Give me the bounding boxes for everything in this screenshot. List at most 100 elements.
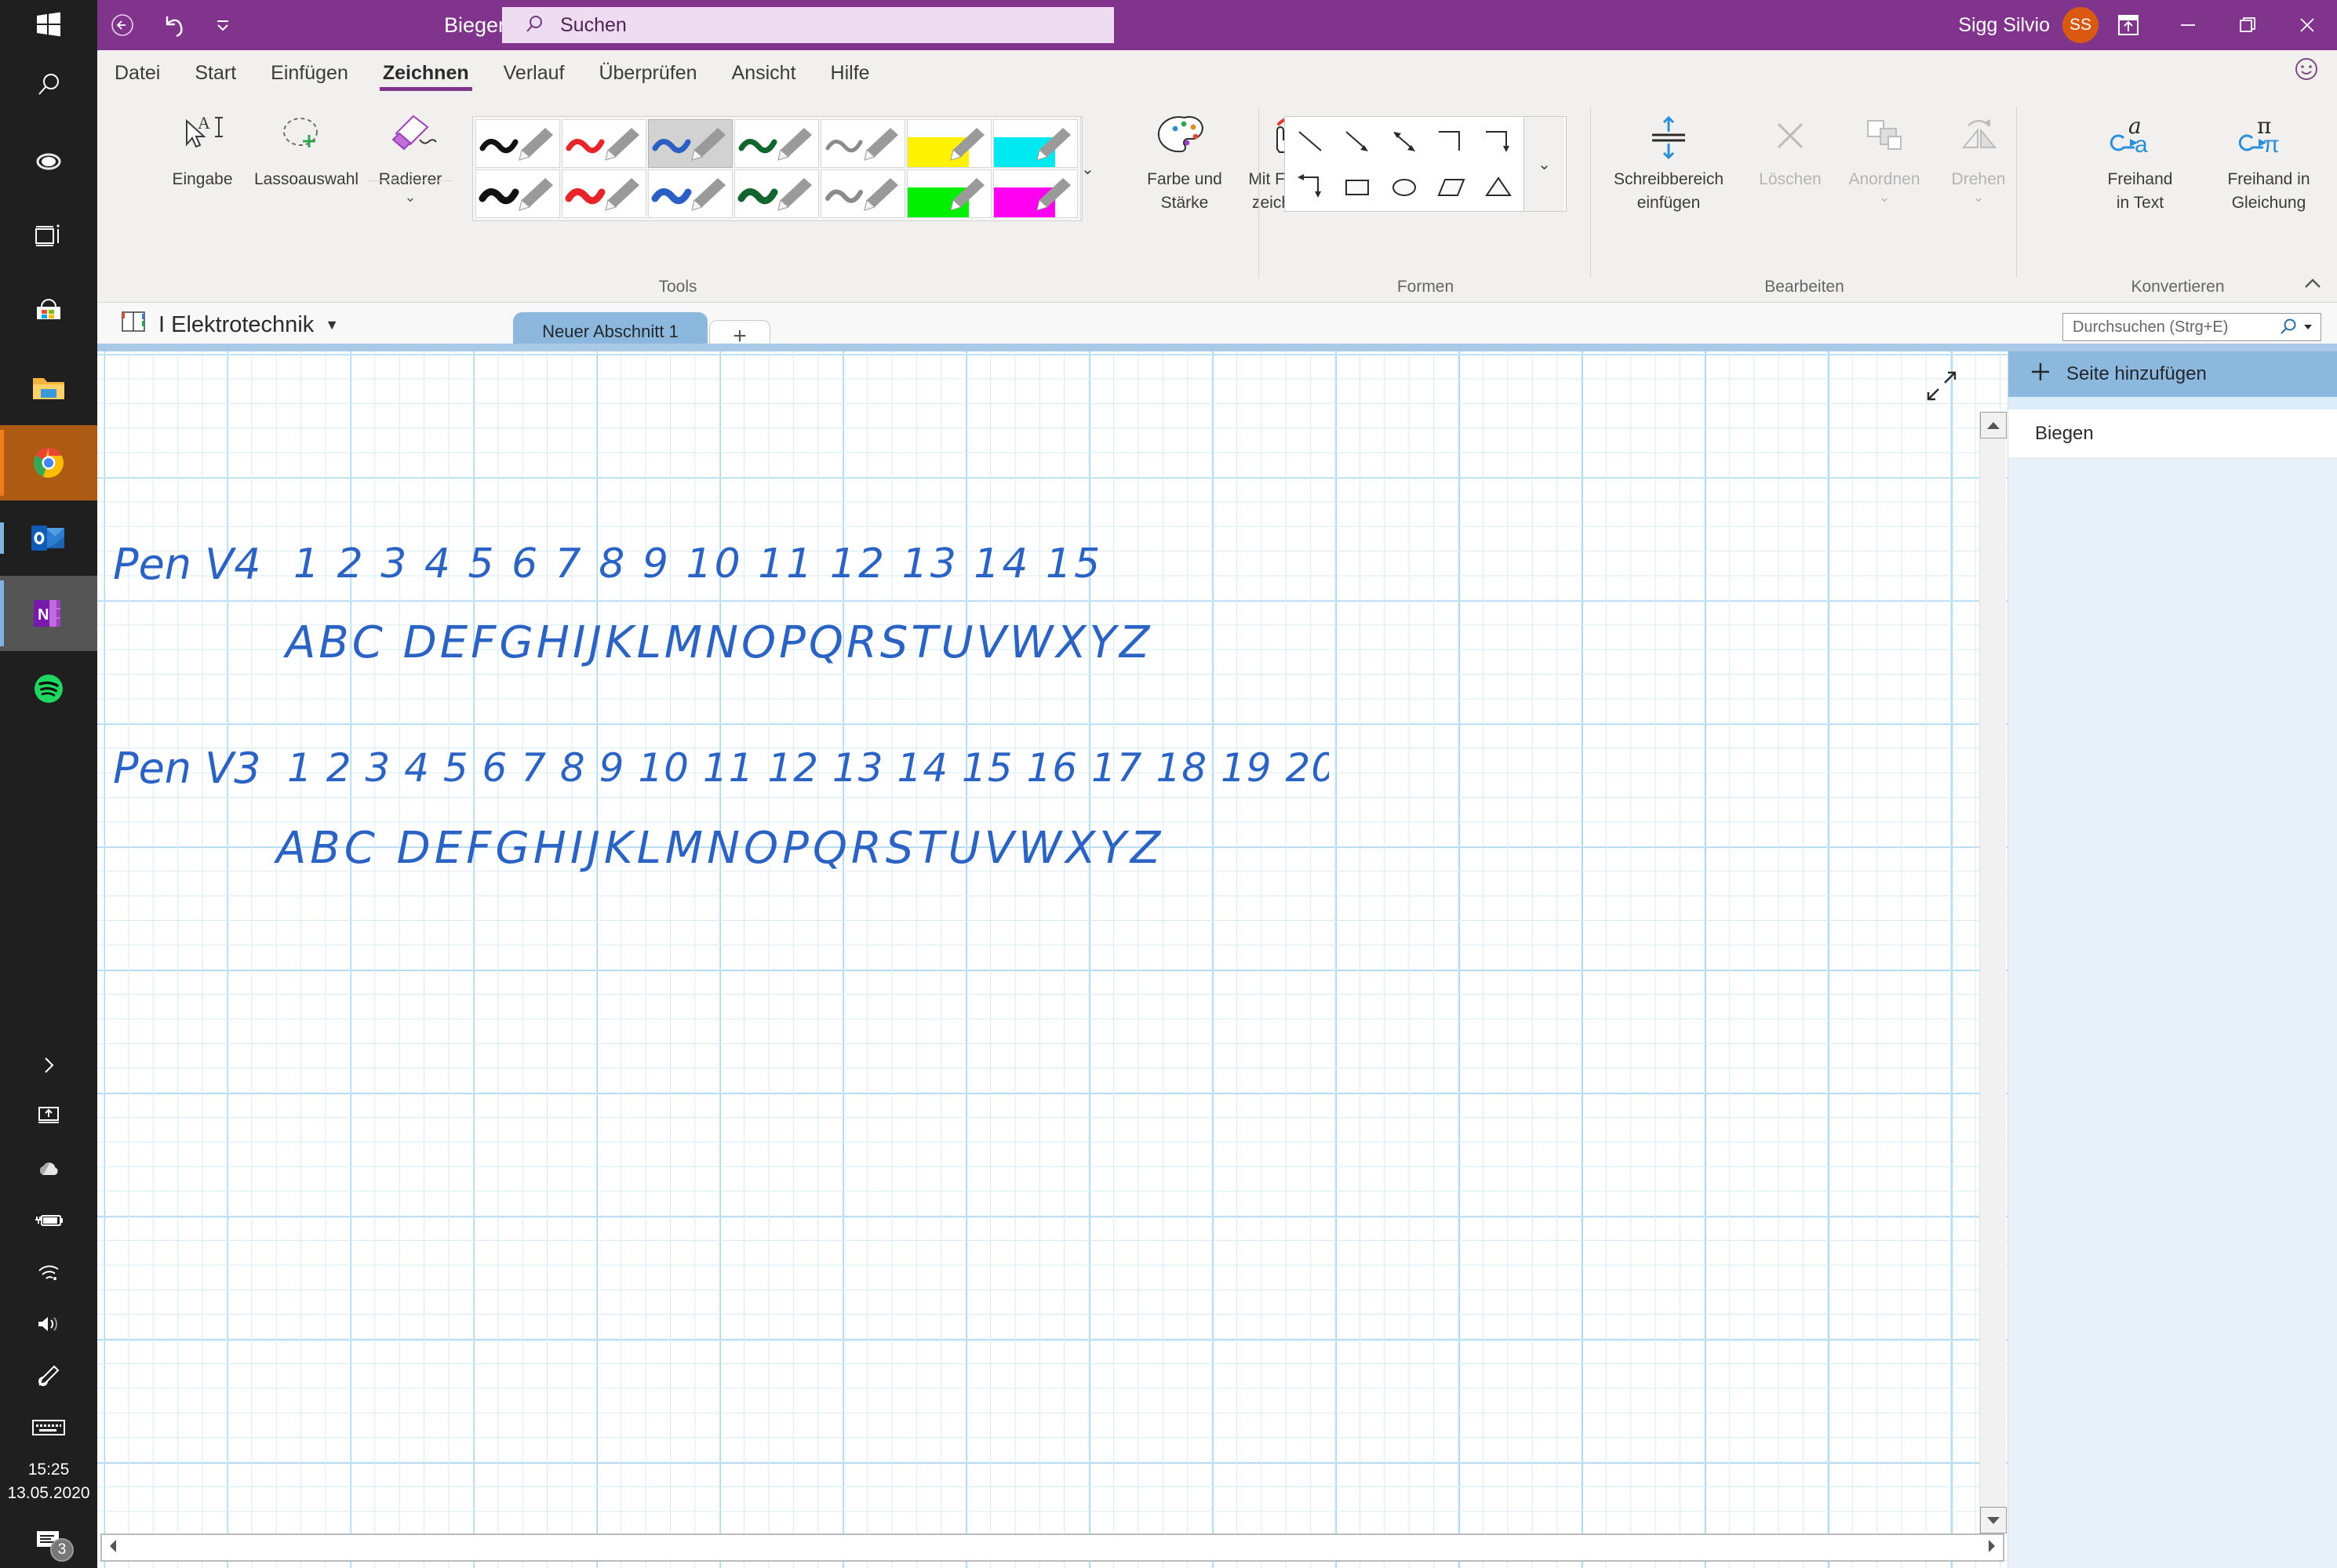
quick-access-dropdown-icon[interactable] [198,0,248,50]
minimize-icon[interactable] [2158,0,2218,50]
add-page-underline [2008,397,2337,409]
pen-workspace-icon[interactable] [0,1350,97,1402]
parallelogram-icon[interactable] [1428,164,1475,209]
shapes-more-icon[interactable]: ⌄ [1523,117,1564,211]
highlighter-yellow[interactable] [907,119,992,168]
horizontal-scrollbar[interactable] [100,1533,2004,1562]
smiley-feedback-icon[interactable] [2293,56,2320,86]
file-explorer-icon[interactable] [0,350,97,425]
onedrive-icon[interactable] [0,1143,97,1195]
schreibbereich-label-1: Schreibbereich [1613,170,1724,188]
rectangle-icon[interactable] [1334,164,1381,209]
scroll-left-arrow-icon[interactable] [107,1537,119,1559]
pen-black-2[interactable] [475,169,560,218]
back-arrow-icon[interactable] [97,0,147,50]
pen-black[interactable] [475,119,560,168]
arrow-icon[interactable] [1334,118,1381,164]
chevron-down-icon[interactable]: ⌄ [364,190,457,204]
tab-ueberpruefen[interactable]: Überprüfen [581,62,714,93]
page-canvas[interactable]: Pen V4 1 2 3 4 5 6 7 8 9 10 11 12 13 14 … [97,351,2008,1568]
pen-green[interactable] [734,119,819,168]
touch-keyboard-icon[interactable] [0,1402,97,1453]
expand-page-icon[interactable] [1924,369,1959,407]
show-hidden-icons-chevron[interactable] [0,1039,97,1091]
avatar[interactable]: SS [2062,7,2099,43]
onenote-icon[interactable]: N [0,576,97,651]
collapse-ribbon-icon[interactable] [2301,275,2324,297]
scroll-up-arrow-icon[interactable] [1980,412,2007,438]
pen-green-2[interactable] [734,169,819,218]
pen-blue-2[interactable] [648,169,733,218]
page-search-input[interactable]: Durchsuchen (Strg+E) [2062,313,2321,341]
elbow-arrow-icon[interactable] [1475,118,1522,164]
chevron-down-icon[interactable]: ▼ [325,317,339,333]
scroll-right-arrow-icon[interactable] [1986,1537,1998,1559]
tab-hilfe[interactable]: Hilfe [814,62,887,93]
battery-charging-icon[interactable] [0,1195,97,1246]
elbow-connector-icon[interactable] [1428,118,1475,164]
tab-zeichnen[interactable]: Zeichnen [366,62,486,93]
pen-red-2[interactable] [562,169,646,218]
pen-gray[interactable] [821,119,905,168]
cortana-icon[interactable] [0,124,97,199]
highlighter-cyan[interactable] [993,119,1078,168]
taskbar-search-icon[interactable] [0,49,97,124]
ellipse-icon[interactable] [1381,164,1428,209]
add-page-button[interactable]: Seite hinzufügen [2008,351,2337,397]
user-name[interactable]: Sigg Silvio [1958,14,2050,37]
eingabe-button[interactable]: A Eingabe [152,104,253,191]
notification-center-icon[interactable]: 3 [0,1513,97,1568]
chevron-down-icon: ⌄ [1878,189,1891,205]
spotify-icon[interactable] [0,651,97,726]
pointer-text-icon: A [152,104,253,163]
elbow-left-arrow-icon[interactable] [1287,164,1334,209]
farbe-und-staerke-button[interactable]: Farbe und Stärke [1133,104,1236,215]
schreibbereich-einfuegen-button[interactable]: Schreibbereich einfügen [1604,104,1734,215]
ribbon-tab-bar: Datei Start Einfügen Zeichnen Verlauf Üb… [97,50,2337,93]
lassoauswahl-button[interactable]: Lassoauswahl [254,104,359,191]
triangle-icon[interactable] [1475,164,1522,209]
highlighter-green[interactable] [907,169,992,218]
highlighter-magenta[interactable] [993,169,1078,218]
tab-start[interactable]: Start [177,62,253,93]
onenote-window: N 15:25 13.05.2020 3 Biegen Suchen Sigg … [0,0,2337,1568]
radierer-button[interactable]: Radierer ⌄ [364,104,457,204]
pen-red[interactable] [562,119,646,168]
tab-verlauf[interactable]: Verlauf [486,62,582,93]
restore-icon[interactable] [2218,0,2277,50]
list-item[interactable]: Biegen [2008,409,2337,458]
upload-tray-icon[interactable] [0,1091,97,1143]
search-input[interactable]: Suchen [502,7,1114,43]
gallery-more-icon[interactable]: ⌄ [1080,117,1094,220]
outlook-icon[interactable] [0,500,97,576]
volume-icon[interactable] [0,1298,97,1350]
loeschen-label: Löschen [1759,170,1822,188]
freihand-in-gleichung-button[interactable]: π π Freihand in Gleichung [2205,104,2332,215]
grid-background [97,351,2008,1568]
task-view-icon[interactable] [0,199,97,275]
tab-datei[interactable]: Datei [97,62,177,93]
add-page-label: Seite hinzufügen [2066,363,2207,384]
notebook-selector[interactable]: I Elektrotechnik ▼ [119,309,339,340]
svg-text:A: A [198,113,210,133]
undo-icon[interactable] [147,0,198,50]
google-chrome-icon[interactable] [0,425,97,500]
taskbar-clock[interactable]: 15:25 13.05.2020 [0,1453,97,1513]
line-icon[interactable] [1287,118,1334,164]
microsoft-store-icon[interactable] [0,275,97,350]
tab-ansicht[interactable]: Ansicht [715,62,814,93]
arrange-icon [1834,104,1935,163]
group-divider [1590,107,1591,278]
pen-gray-2[interactable] [821,169,905,218]
windows-start-icon[interactable] [0,0,97,49]
ribbon-display-options-icon[interactable] [2099,0,2158,50]
scroll-down-arrow-icon[interactable] [1980,1507,2007,1533]
close-icon[interactable] [2277,0,2337,50]
double-arrow-icon[interactable] [1381,118,1428,164]
wifi-icon[interactable] [0,1246,97,1298]
pen-blue[interactable] [648,119,733,168]
plus-icon [2029,360,2052,389]
tab-einfuegen[interactable]: Einfügen [253,62,366,93]
vertical-scrollbar[interactable] [1979,412,2007,1533]
freihand-in-text-button[interactable]: a a Freihand in Text [2081,104,2199,215]
